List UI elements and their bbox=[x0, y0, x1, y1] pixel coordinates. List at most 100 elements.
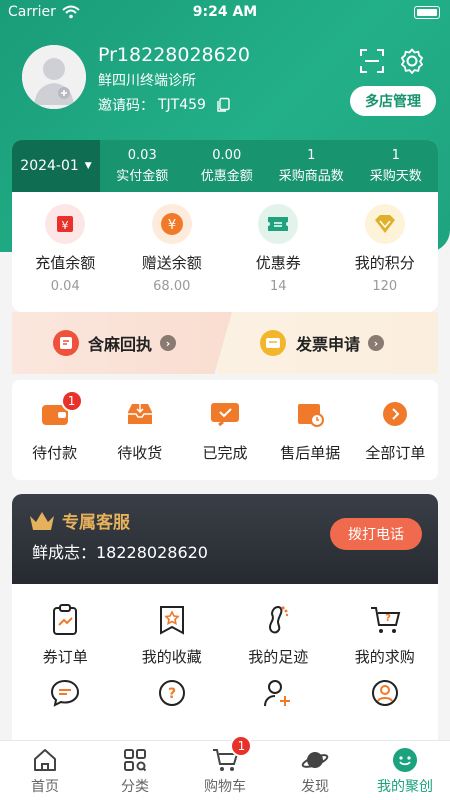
tool-label: 我的求购 bbox=[354, 648, 415, 666]
customer-service-card: 专属客服 鲜成志：18228028620 拨打电话 bbox=[12, 494, 438, 584]
clock: 9:24 AM bbox=[192, 4, 258, 20]
stat-label: 优惠金额 bbox=[200, 169, 253, 184]
svg-text:?: ? bbox=[168, 686, 176, 702]
stat-label: 采购商品数 bbox=[278, 169, 344, 184]
order-all[interactable]: 全部订单 bbox=[353, 380, 438, 480]
month-selector[interactable]: 2024-01 ▼ bbox=[12, 140, 100, 192]
svg-text:¥: ¥ bbox=[62, 219, 69, 232]
diamond-icon bbox=[364, 204, 405, 244]
tool-footprints[interactable]: 我的足迹 bbox=[225, 584, 332, 672]
order-pending-payment[interactable]: 1 待付款 bbox=[12, 380, 97, 480]
crown-icon bbox=[30, 511, 54, 530]
tab-category[interactable]: 分类 bbox=[90, 741, 180, 800]
tool-favorites[interactable]: 我的收藏 bbox=[119, 584, 226, 672]
return-box-icon bbox=[298, 404, 325, 427]
tab-discover[interactable]: 发现 bbox=[270, 741, 360, 800]
asset-value: 120 bbox=[372, 279, 398, 294]
stat-value: 0.00 bbox=[212, 148, 242, 163]
stats-bar: 2024-01 ▼ 0.03 实付金额 0.00 优惠金额 1 采购商品数 1 … bbox=[12, 140, 438, 192]
tool-label: 券订单 bbox=[42, 648, 88, 666]
doctor-avatar-icon bbox=[22, 45, 86, 109]
tab-bar: 首页 分类 1 购物车 发现 我的聚创 bbox=[0, 735, 450, 800]
tab-label: 首页 bbox=[31, 779, 59, 795]
wallet-icon: ¥ bbox=[45, 204, 86, 244]
tools-row-1: 券订单 我的收藏 我的足迹 ? 我的求购 bbox=[12, 584, 438, 672]
order-after-sales[interactable]: 售后单据 bbox=[268, 380, 353, 480]
svg-text:¥: ¥ bbox=[168, 218, 176, 233]
service-contact: 鲜成志：18228028620 bbox=[32, 543, 208, 562]
chat-check-icon bbox=[211, 403, 239, 427]
inbox-icon bbox=[127, 404, 152, 424]
asset-value: 68.00 bbox=[153, 279, 191, 294]
promo-label: 发票申请 bbox=[296, 335, 361, 354]
stat-product-count: 1 采购商品数 bbox=[269, 140, 354, 192]
asset-recharge-balance[interactable]: ¥ 充值余额 0.04 bbox=[12, 204, 119, 294]
avatar[interactable] bbox=[22, 45, 86, 109]
copy-icon[interactable] bbox=[216, 97, 232, 113]
tab-home[interactable]: 首页 bbox=[0, 741, 90, 800]
tab-label: 购物车 bbox=[204, 779, 246, 795]
invite-code: TJT459 bbox=[158, 97, 206, 113]
battery-icon bbox=[414, 6, 440, 19]
tab-label: 发现 bbox=[301, 779, 329, 795]
invoice-request-button[interactable]: 发票申请 › bbox=[218, 312, 438, 374]
asset-label: 优惠券 bbox=[255, 254, 301, 272]
order-label: 已完成 bbox=[202, 444, 248, 462]
order-label: 待收货 bbox=[117, 444, 163, 462]
stat-value: 1 bbox=[307, 148, 316, 163]
order-completed[interactable]: 已完成 bbox=[182, 380, 267, 480]
chat-bubble-icon bbox=[51, 679, 80, 707]
svg-text:?: ? bbox=[385, 613, 391, 624]
invite-label: 邀请码： bbox=[98, 98, 154, 114]
profile-name: Pr18228028620 bbox=[98, 44, 250, 66]
ticket-order-icon bbox=[53, 604, 78, 635]
tools-grid: 券订单 我的收藏 我的足迹 ? 我的求购 ? bbox=[12, 584, 438, 740]
stat-value: 0.03 bbox=[127, 148, 157, 163]
home-icon bbox=[34, 749, 56, 771]
stat-label: 采购天数 bbox=[369, 169, 422, 184]
pending-payment-badge: 1 bbox=[60, 390, 83, 412]
cart-badge: 1 bbox=[230, 735, 253, 757]
stat-paid-amount: 0.03 实付金额 bbox=[100, 140, 185, 192]
multi-store-button[interactable]: 多店管理 bbox=[350, 86, 436, 116]
assets-row: ¥ 充值余额 0.04 ¥ 赠送余额 68.00 优惠券 14 我的积分 120 bbox=[12, 204, 438, 294]
asset-value: 0.04 bbox=[50, 279, 80, 294]
tab-label: 分类 bbox=[121, 779, 149, 795]
category-icon bbox=[124, 749, 147, 772]
asset-value: 14 bbox=[269, 279, 287, 294]
tab-cart[interactable]: 1 购物车 bbox=[180, 735, 270, 800]
asset-coupon[interactable]: 优惠券 14 bbox=[225, 204, 332, 294]
question-circle-icon: ? bbox=[158, 680, 185, 706]
tool-label: 我的收藏 bbox=[141, 648, 202, 666]
stat-purchase-days: 1 采购天数 bbox=[354, 140, 439, 192]
add-user-icon bbox=[264, 680, 291, 707]
tool-coupon-orders[interactable]: 券订单 bbox=[12, 584, 119, 672]
stat-value: 1 bbox=[391, 148, 400, 163]
orders-row: 1 待付款 待收货 已完成 售后单据 全部订单 bbox=[12, 380, 438, 480]
narcotic-receipt-button[interactable]: 含麻回执 › bbox=[12, 312, 232, 374]
user-circle-icon bbox=[371, 680, 398, 706]
cart-question-icon: ? bbox=[370, 607, 401, 633]
order-to-receive[interactable]: 待收货 bbox=[97, 380, 182, 480]
promo-label: 含麻回执 bbox=[88, 335, 153, 354]
service-title: 专属客服 bbox=[28, 508, 130, 533]
scan-icon[interactable] bbox=[358, 47, 386, 75]
coupon-icon bbox=[258, 204, 299, 244]
month-value: 2024-01 bbox=[20, 158, 79, 174]
star-bookmark-icon bbox=[159, 606, 184, 635]
tab-mine[interactable]: 我的聚创 bbox=[360, 741, 450, 800]
smile-icon bbox=[393, 748, 417, 772]
clinic-name: 鲜四川终端诊所 bbox=[98, 73, 196, 89]
tool-purchase-requests[interactable]: ? 我的求购 bbox=[332, 584, 439, 672]
asset-points[interactable]: 我的积分 120 bbox=[332, 204, 439, 294]
order-label: 全部订单 bbox=[365, 444, 426, 462]
asset-gift-balance[interactable]: ¥ 赠送余额 68.00 bbox=[119, 204, 226, 294]
stat-label: 实付金额 bbox=[116, 169, 169, 184]
call-phone-button[interactable]: 拨打电话 bbox=[330, 518, 422, 550]
chevron-circle-icon bbox=[383, 402, 408, 426]
gear-icon[interactable] bbox=[398, 47, 426, 75]
tab-label: 我的聚创 bbox=[377, 779, 433, 795]
receipt-icon bbox=[53, 330, 79, 356]
asset-label: 充值余额 bbox=[35, 254, 96, 272]
service-title-text: 专属客服 bbox=[62, 513, 130, 533]
